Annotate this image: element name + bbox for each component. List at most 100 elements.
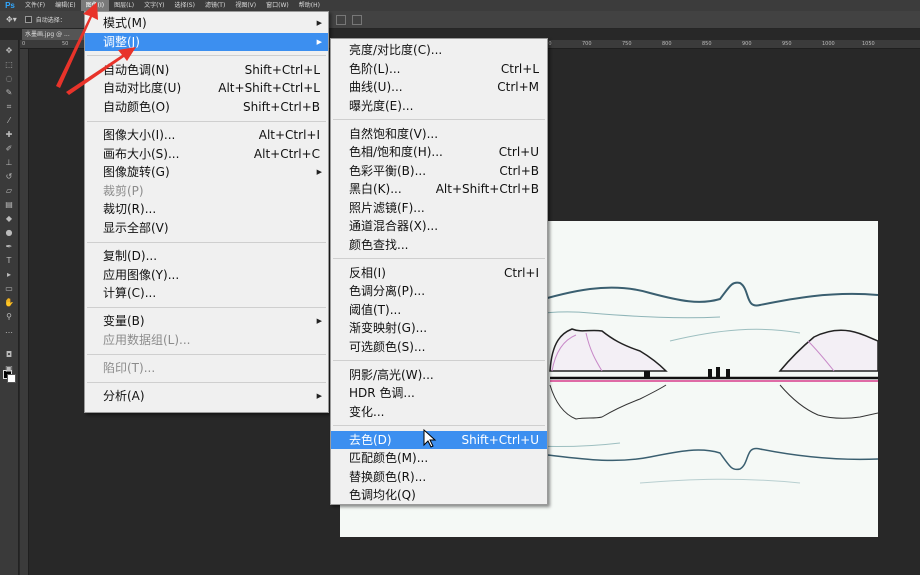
quick-mask-icon[interactable]: ◘: [3, 350, 15, 360]
adjust-menu-item[interactable]: 可选颜色(S)...: [331, 338, 547, 356]
menu-item-label: 变量(B): [103, 314, 145, 329]
menu-help[interactable]: 帮助(H): [294, 0, 325, 11]
menu-item-label: 颜色查找...: [349, 237, 409, 252]
menu-item-label: 分析(A): [103, 389, 145, 404]
image-menu-item: 裁剪(P): [85, 182, 328, 200]
vertical-ruler: [20, 49, 29, 575]
adjust-menu-item[interactable]: 照片滤镜(F)...: [331, 199, 547, 217]
adjust-menu-item[interactable]: 阈值(T)...: [331, 301, 547, 319]
image-menu-item[interactable]: 计算(C)...: [85, 284, 328, 302]
submenu-arrow-icon: ▶: [316, 168, 322, 177]
menu-separator: [87, 306, 326, 308]
hand-tool-icon[interactable]: ✋: [3, 298, 15, 308]
image-menu-item[interactable]: 分析(A) ▶: [85, 387, 328, 405]
background-color-swatch[interactable]: [7, 374, 16, 383]
image-menu-item[interactable]: 复制(D)...: [85, 247, 328, 265]
image-menu-item[interactable]: 显示全部(V): [85, 219, 328, 237]
image-menu-item[interactable]: 裁切(R)...: [85, 200, 328, 218]
menu-view[interactable]: 视图(V): [230, 0, 261, 11]
menu-item-shortcut: Ctrl+L: [500, 61, 539, 76]
adjust-menu-item[interactable]: 去色(D) Shift+Ctrl+U: [331, 430, 547, 449]
adjust-menu-item[interactable]: 曝光度(E)...: [331, 97, 547, 115]
adjust-menu-item[interactable]: 曲线(U)... Ctrl+M: [331, 78, 547, 96]
menu-separator: [333, 119, 545, 120]
image-menu-item[interactable]: 应用图像(Y)...: [85, 266, 328, 284]
menu-item-label: 匹配颜色(M)...: [349, 451, 429, 465]
submenu-arrow-icon: ▶: [316, 19, 322, 27]
menu-item-shortcut: Shift+Ctrl+B: [243, 99, 320, 114]
adjust-menu-item[interactable]: 色调分离(P)...: [331, 282, 547, 300]
adjust-menu-item[interactable]: 替换颜色(R)...: [331, 468, 547, 486]
shape-tool-icon[interactable]: ▭: [3, 284, 15, 294]
adjust-menu-item[interactable]: 色调均化(Q): [331, 486, 547, 504]
menu-item-label: 照片滤镜(F)...: [349, 200, 425, 215]
image-menu-item: 陷印(T)...: [85, 359, 328, 377]
adjust-menu-item[interactable]: HDR 色调...: [331, 384, 547, 402]
more-tools-icon[interactable]: …: [3, 326, 15, 336]
menu-item-shortcut: Alt+Ctrl+I: [258, 128, 320, 142]
blur-tool-icon[interactable]: ◆: [3, 214, 15, 224]
adjust-menu-item[interactable]: 匹配颜色(M)...: [331, 449, 547, 467]
stamp-tool-icon[interactable]: ⊥: [3, 158, 15, 168]
gradient-tool-icon[interactable]: ▤: [3, 200, 15, 210]
menu-item-shortcut: Ctrl+B: [499, 163, 539, 178]
type-tool-icon[interactable]: T: [3, 256, 15, 266]
menu-item-label: 反相(I): [349, 265, 386, 280]
eraser-tool-icon[interactable]: ▱: [3, 186, 15, 196]
menu-select[interactable]: 选择(S): [169, 0, 200, 11]
ruler-number: 950: [782, 41, 792, 47]
adjust-menu-item[interactable]: 通道混合器(X)...: [331, 217, 547, 235]
healing-tool-icon[interactable]: ✚: [3, 130, 15, 140]
image-menu-item[interactable]: 画布大小(S)... Alt+Ctrl+C: [85, 145, 328, 163]
adjust-menu-item[interactable]: 反相(I) Ctrl+I: [331, 264, 547, 282]
menu-item-label: 自动颜色(O): [103, 99, 170, 114]
image-menu-item[interactable]: 图像旋转(G) ▶: [85, 163, 328, 181]
adjust-menu-item[interactable]: 自然饱和度(V)...: [331, 125, 547, 143]
align-icon[interactable]: [336, 15, 346, 25]
menu-item-label: 曝光度(E)...: [349, 98, 414, 113]
menu-item-label: 画布大小(S)...: [103, 146, 180, 161]
dodge-tool-icon[interactable]: ●: [3, 228, 15, 238]
menu-item-label: 色相/饱和度(H)...: [349, 145, 443, 159]
brush-tool-icon[interactable]: ✐: [3, 144, 15, 154]
menu-item-label: 替换颜色(R)...: [349, 469, 427, 484]
image-menu-item[interactable]: 图像大小(I)... Alt+Ctrl+I: [85, 126, 328, 144]
zoom-tool-icon[interactable]: ⚲: [3, 312, 15, 322]
crop-tool-icon[interactable]: ⌗: [3, 102, 15, 112]
menu-item-label: 应用图像(Y)...: [103, 267, 180, 282]
menu-separator: [333, 258, 545, 259]
ruler-number: 850: [702, 41, 712, 47]
screen-mode-icon[interactable]: ▣: [3, 364, 15, 374]
menu-item-label: 陷印(T)...: [103, 361, 156, 376]
image-menu-item[interactable]: 变量(B) ▶: [85, 312, 328, 330]
adjust-menu-item[interactable]: 亮度/对比度(C)...: [331, 41, 547, 59]
path-select-tool-icon[interactable]: ▸: [3, 270, 15, 280]
adjust-menu-item[interactable]: 色阶(L)... Ctrl+L: [331, 60, 547, 78]
menu-item-label: 阈值(T)...: [349, 302, 402, 317]
menu-item-shortcut: Alt+Shift+Ctrl+L: [218, 81, 320, 96]
menu-item-label: 裁剪(P): [103, 183, 144, 198]
adjust-menu-item[interactable]: 色相/饱和度(H)... Ctrl+U: [331, 143, 547, 161]
menu-item-label: 可选颜色(S)...: [349, 339, 426, 354]
distribute-icon[interactable]: [352, 15, 362, 25]
menu-filter[interactable]: 滤镜(T): [200, 0, 230, 11]
ruler-number: 750: [622, 41, 632, 47]
image-menu-item[interactable]: 自动颜色(O) Shift+Ctrl+B: [85, 98, 328, 116]
adjust-menu-item[interactable]: 颜色查找...: [331, 236, 547, 254]
adjust-submenu: 亮度/对比度(C)... 色阶(L)... Ctrl+L 曲线(U)... Ctrl+M…: [330, 38, 548, 505]
history-brush-tool-icon[interactable]: ↺: [3, 172, 15, 182]
adjust-menu-item[interactable]: 黑白(K)... Alt+Shift+Ctrl+B: [331, 180, 547, 198]
menu-item-shortcut: Alt+Ctrl+C: [253, 146, 320, 161]
menu-separator: [87, 241, 326, 243]
menu-window[interactable]: 窗口(W): [261, 0, 294, 11]
pen-tool-icon[interactable]: ✒: [3, 242, 15, 252]
menu-item-label: 色调均化(Q): [349, 488, 416, 502]
menu-item-label: 色调分离(P)...: [349, 284, 426, 298]
adjust-menu-item[interactable]: 渐变映射(G)...: [331, 319, 547, 337]
eyedropper-tool-icon[interactable]: ⁄: [3, 116, 15, 126]
menu-item-shortcut: Shift+Ctrl+U: [461, 432, 539, 447]
adjust-menu-item[interactable]: 色彩平衡(B)... Ctrl+B: [331, 162, 547, 180]
adjust-menu-item[interactable]: 变化...: [331, 403, 547, 421]
submenu-arrow-icon: ▶: [316, 392, 322, 401]
adjust-menu-item[interactable]: 阴影/高光(W)...: [331, 366, 547, 384]
